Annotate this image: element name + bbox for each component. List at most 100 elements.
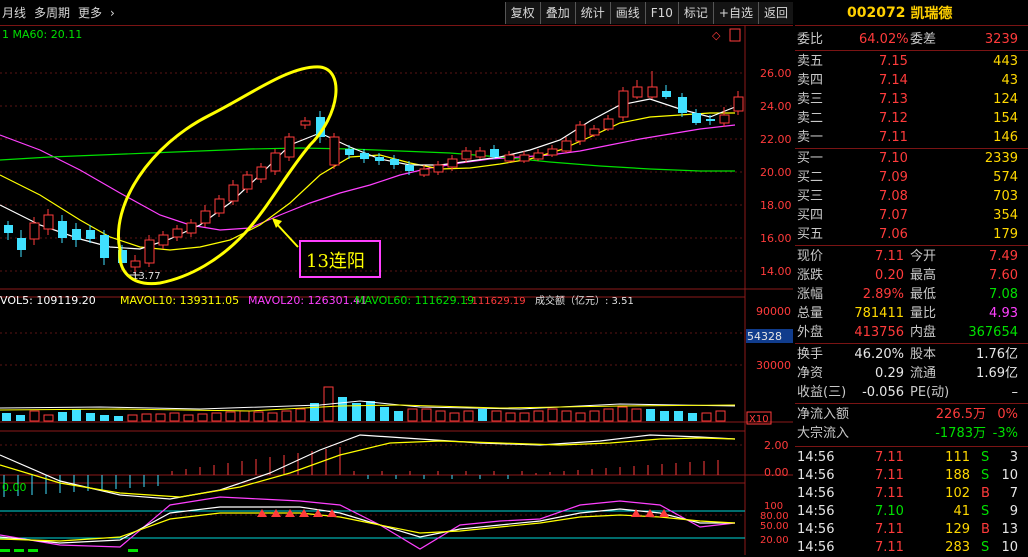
panel-toggle-icon[interactable] [729, 28, 741, 42]
stat-value: 2.89% [862, 287, 904, 302]
f10-button[interactable]: F10 [644, 1, 678, 24]
ask-label: 卖一 [797, 130, 824, 145]
candle-body [662, 91, 671, 97]
candle-body [692, 113, 701, 123]
diamond-icon[interactable]: ◇ [712, 29, 721, 42]
bid-price: 7.06 [879, 227, 908, 242]
tick-side: S [981, 540, 990, 555]
price-tick: 14.00 [760, 265, 792, 278]
arrow-head [272, 218, 282, 228]
kdj-j [0, 512, 736, 542]
flow-label: 大宗流入 [797, 426, 850, 441]
volume-bar [72, 409, 81, 421]
candle-body [130, 260, 141, 268]
tick-price: 7.11 [875, 540, 904, 555]
tick-time: 14:56 [797, 540, 835, 555]
more-tab[interactable]: 更多 › [78, 4, 123, 21]
tick-count: 7 [1009, 486, 1018, 501]
ask-volume: 154 [993, 111, 1018, 126]
candle-body [300, 120, 311, 126]
tick-side: S [981, 468, 990, 483]
stat-label: 现价 [797, 249, 824, 264]
price-axis: 26.00 24.00 22.00 20.00 18.00 16.00 14.0… [760, 67, 792, 278]
draw-line-button[interactable]: 画线 [609, 1, 645, 24]
flow-value: 226.5万 [935, 407, 986, 422]
tick-volume: 41 [953, 504, 970, 519]
stat-value: 413756 [854, 325, 904, 340]
tick-volume: 129 [945, 522, 970, 537]
volume-bar [366, 401, 375, 421]
tick-price: 7.11 [875, 522, 904, 537]
mark-button[interactable]: 标记 [677, 1, 713, 24]
stat2-row: 换手 46.20% 股本 1.76亿 [797, 346, 1026, 364]
stat-label: 外盘 [797, 325, 824, 340]
candle-body [375, 157, 384, 161]
kline-chart[interactable]: 1 MA60: 20.11 ◇ 26.00 24.00 22.00 20.00 … [0, 25, 793, 555]
vol5-label: VOL5: 109119.20 [0, 294, 96, 307]
volume-bar [660, 411, 669, 421]
volume-bar [617, 406, 628, 422]
restore-rights-button[interactable]: 复权 [504, 1, 540, 24]
flow-pct: 0% [997, 407, 1018, 422]
bid-price: 7.07 [879, 208, 908, 223]
candle-body [72, 229, 81, 240]
mavol20-label: MAVOL20: 126301.41 [248, 294, 367, 307]
tick-time: 14:56 [797, 486, 835, 501]
chart-toolbar: 月线 多周期 更多 › 复权 叠加 统计 画线 F10 标记 +自选 返回 [0, 0, 793, 26]
macd-tick: 2.00 [764, 439, 789, 452]
volume-bar [29, 410, 40, 422]
webi-row: 委比 64.02% 委差 3239 [797, 31, 1026, 49]
flow-label: 净流入额 [797, 407, 850, 422]
tick-price: 7.11 [875, 468, 904, 483]
monthly-tab[interactable]: 月线 [2, 4, 26, 21]
tick-count: 9 [1009, 504, 1018, 519]
bid-label: 买四 [797, 208, 824, 223]
statistics-button[interactable]: 统计 [574, 1, 610, 24]
back-button[interactable]: 返回 [757, 1, 793, 24]
tick-volume: 188 [945, 468, 970, 483]
stock-name: 凯瑞德 [910, 5, 953, 22]
candle-body [475, 150, 486, 158]
tick-row: 14:56 7.11 283 S 10 [797, 539, 1026, 557]
tick-volume: 111 [945, 450, 970, 465]
stat-value: 367654 [968, 325, 1018, 340]
candle-body [547, 148, 558, 156]
candle-body [733, 96, 744, 112]
tick-count: 13 [1001, 522, 1018, 537]
volume-bar [449, 412, 460, 422]
vol-scale: X10 [749, 414, 769, 425]
candle-body [86, 230, 95, 239]
ma20-line [0, 124, 736, 231]
stat-value: 7.08 [989, 287, 1018, 302]
ask-price: 7.12 [879, 111, 908, 126]
flow-value: -1783万 [935, 426, 986, 441]
volume-bar [239, 410, 250, 422]
price-tick: 18.00 [760, 199, 792, 212]
macd-axis: 2.00 0.00 [764, 439, 789, 479]
overlay-button[interactable]: 叠加 [539, 1, 575, 24]
ma60-label: 1 MA60: 20.11 [2, 28, 82, 41]
volume-bar [463, 410, 474, 422]
add-watchlist-button[interactable]: +自选 [712, 1, 758, 24]
tick-time: 14:56 [797, 450, 835, 465]
volume-bar [435, 410, 446, 422]
candle-body [270, 152, 281, 172]
candle-body [533, 152, 544, 160]
tick-row: 14:56 7.10 41 S 9 [797, 503, 1026, 521]
macd-tick: 0.00 [764, 466, 789, 479]
price-tick: 20.00 [760, 166, 792, 179]
candle-body [100, 235, 109, 258]
kdj-low-marker [0, 549, 10, 552]
kdj-tick: 50.00 [760, 521, 789, 532]
webi-label: 委比 [797, 32, 824, 47]
stock-code: 002072 [847, 4, 906, 21]
candle-body [256, 166, 267, 180]
macd-dea [0, 437, 736, 498]
volume-bar [127, 414, 138, 422]
multi-period-tab[interactable]: 多周期 [34, 4, 70, 21]
tick-side: S [981, 504, 990, 519]
ask-price: 7.11 [879, 130, 908, 145]
ask-row: 卖三 7.13 124 [797, 91, 1026, 109]
volume-bar [211, 412, 222, 422]
vol-tick: 54328 [747, 330, 782, 343]
